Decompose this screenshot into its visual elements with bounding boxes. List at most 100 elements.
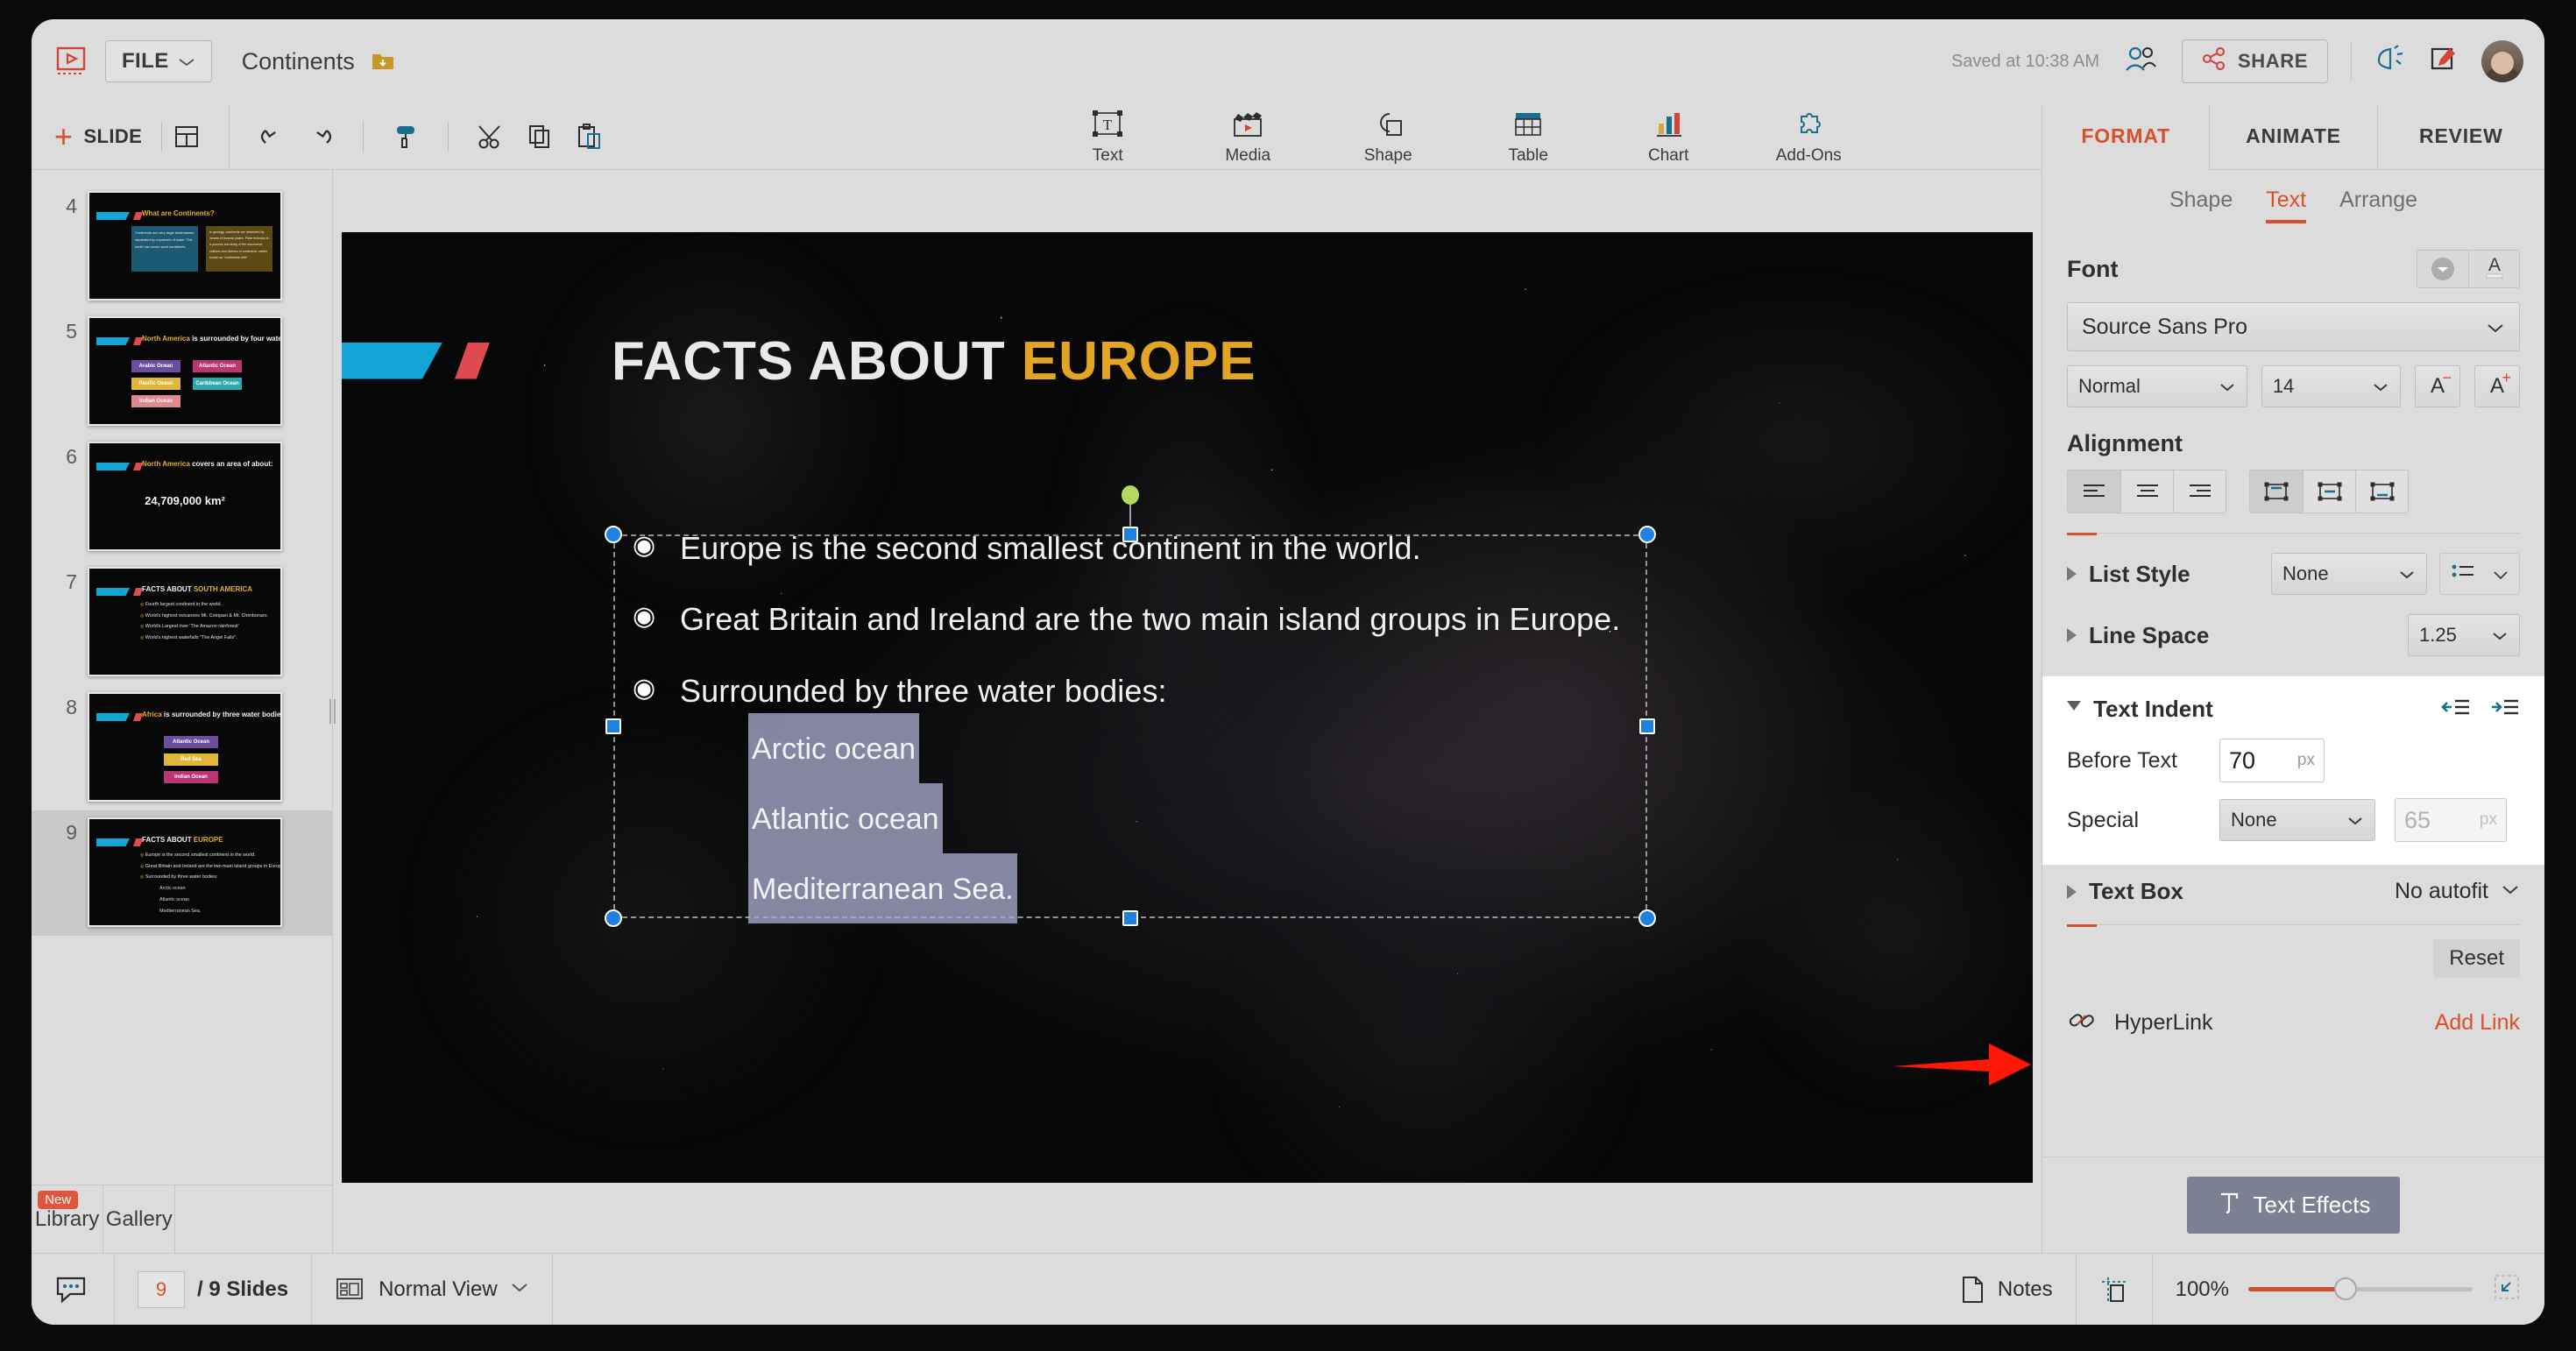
thumb-chip: Indian Ocean [164, 771, 218, 783]
share-button[interactable]: SHARE [2182, 39, 2328, 83]
slide-canvas[interactable]: FACTS ABOUT EUROPE [342, 232, 2033, 1183]
slide-canvas-area: FACTS ABOUT EUROPE [333, 170, 2042, 1253]
slide-thumbnail-8[interactable]: 8 Africa is surrounded by three water bo… [32, 685, 332, 810]
increase-indent-icon[interactable] [2490, 697, 2520, 721]
paint-roller-icon[interactable] [381, 112, 430, 161]
slide-thumbnail-7[interactable]: 7 FACTS ABOUT SOUTH AMERICA Fourth large… [32, 560, 332, 685]
zoom-slider-fill [2248, 1287, 2343, 1291]
thumb-card-text: Continents are very large landmasses sep… [135, 230, 195, 251]
copy-icon[interactable] [515, 112, 564, 161]
divider [448, 122, 449, 152]
tab-review[interactable]: REVIEW [2377, 103, 2544, 170]
before-text-input[interactable]: 70 px [2219, 739, 2325, 782]
undo-icon[interactable] [247, 112, 296, 161]
align-top-icon[interactable] [2250, 470, 2303, 513]
resize-handle-middle-left[interactable] [605, 718, 621, 734]
align-left-icon[interactable] [2068, 470, 2120, 513]
folder-download-icon[interactable] [371, 50, 395, 73]
document-title[interactable]: Continents [242, 48, 355, 75]
rotation-handle[interactable] [1122, 485, 1139, 505]
slide-thumbnail-6[interactable]: 6 North America covers an area of about:… [32, 435, 332, 560]
collaborators-icon[interactable] [2122, 45, 2159, 79]
insert-chart-label: Chart [1648, 146, 1688, 166]
align-bottom-icon[interactable] [2355, 470, 2408, 513]
insert-table-button[interactable]: Table [1486, 108, 1570, 166]
comments-button[interactable] [32, 1254, 115, 1325]
add-link-button[interactable]: Add Link [2435, 1010, 2520, 1036]
decrease-font-size-icon[interactable]: A− [2415, 365, 2460, 407]
sidebar-resize-handle[interactable] [329, 697, 336, 726]
reset-button[interactable]: Reset [2433, 939, 2520, 978]
triangle-right-icon[interactable] [2067, 885, 2077, 899]
paste-icon[interactable] [564, 112, 613, 161]
triangle-right-icon[interactable] [2067, 567, 2077, 581]
slide-thumbnail-4[interactable]: 4 What are Continents? Continents are ve… [32, 184, 332, 309]
insert-chart-button[interactable]: Chart [1626, 108, 1710, 166]
special-amount-input[interactable]: 65 px [2395, 798, 2507, 842]
special-select[interactable]: None [2219, 799, 2375, 841]
triangle-right-icon[interactable] [2067, 628, 2077, 642]
decrease-indent-icon[interactable] [2441, 697, 2471, 721]
sub-tab-arrange[interactable]: Arrange [2339, 187, 2417, 223]
align-center-icon[interactable] [2120, 470, 2173, 513]
align-right-icon[interactable] [2173, 470, 2226, 513]
chevron-down-icon[interactable] [2501, 884, 2520, 900]
bar-chart-icon [1649, 108, 1688, 143]
text-box-value[interactable]: No autofit [2395, 879, 2488, 904]
sub-tab-text[interactable]: Text [2266, 187, 2306, 223]
font-size-select[interactable]: 14 [2261, 365, 2401, 407]
slide-title[interactable]: FACTS ABOUT EUROPE [612, 330, 1256, 393]
line-space-value: 1.25 [2419, 624, 2457, 647]
insert-shape-button[interactable]: Shape [1346, 108, 1430, 166]
thumbnail-canvas: Africa is surrounded by three water bodi… [88, 692, 282, 802]
megaphone-icon[interactable] [2374, 45, 2406, 79]
notes-button[interactable]: Notes [1936, 1254, 2077, 1325]
thumb-chip: Pacific Ocean [131, 378, 180, 390]
insert-media-button[interactable]: Media [1206, 108, 1290, 166]
view-mode-label: Normal View [379, 1277, 498, 1302]
insert-addons-button[interactable]: Add-Ons [1766, 108, 1851, 166]
align-middle-icon[interactable] [2303, 470, 2355, 513]
gallery-tab[interactable]: Gallery [103, 1185, 175, 1253]
selected-text-box[interactable]: ◉ Europe is the second smallest continen… [613, 534, 1647, 918]
tab-animate[interactable]: ANIMATE [2209, 103, 2376, 170]
list-style-select[interactable]: None [2271, 553, 2427, 595]
slide-thumbnail-5[interactable]: 5 North America is surrounded by four wa… [32, 309, 332, 435]
tab-format[interactable]: FORMAT [2042, 103, 2209, 170]
file-menu-button[interactable]: FILE [105, 40, 212, 82]
list-style-value: None [2282, 562, 2329, 585]
presentation-logo-icon[interactable] [51, 41, 91, 81]
zoom-slider-handle[interactable] [2334, 1277, 2357, 1300]
text-effects-button[interactable]: Text Effects [2187, 1177, 2401, 1234]
add-slide-button[interactable]: + SLIDE [54, 121, 161, 152]
reset-row: Reset [2042, 925, 2544, 978]
fit-to-screen-icon[interactable] [2492, 1273, 2522, 1305]
library-tab[interactable]: Library New [32, 1185, 103, 1253]
sub-tab-shape[interactable]: Shape [2169, 187, 2233, 223]
insert-text-button[interactable]: T Text [1065, 108, 1150, 166]
increase-font-size-icon[interactable]: A+ [2474, 365, 2520, 407]
font-color-dropdown[interactable] [2417, 251, 2468, 287]
resize-handle-top-left[interactable] [605, 526, 622, 543]
font-family-select[interactable]: Source Sans Pro [2067, 302, 2520, 351]
page-indicator[interactable]: 9 / 9 Slides [115, 1254, 312, 1325]
redo-icon[interactable] [296, 112, 345, 161]
scissors-icon[interactable] [466, 112, 515, 161]
current-page-input[interactable]: 9 [138, 1271, 185, 1308]
zoom-level-label: 100% [2176, 1277, 2229, 1302]
guides-button[interactable] [2077, 1254, 2153, 1325]
resize-handle-bottom-left[interactable] [605, 909, 622, 927]
triangle-down-icon[interactable] [2067, 701, 2081, 718]
layout-icon[interactable] [162, 112, 211, 161]
font-weight-select[interactable]: Normal [2067, 365, 2247, 407]
slide-thumbnail-9[interactable]: 9 FACTS ABOUT EUROPE Europe is the secon… [32, 810, 332, 936]
font-color-swatch-button[interactable]: A [2468, 251, 2519, 287]
zoom-slider[interactable] [2248, 1287, 2473, 1291]
avatar[interactable] [2481, 40, 2523, 82]
bullet-list[interactable]: ◉ Europe is the second smallest continen… [633, 531, 1647, 924]
view-mode-select[interactable]: Normal View [312, 1254, 553, 1325]
slide-thumbnail-list[interactable]: 4 What are Continents? Continents are ve… [32, 170, 332, 1185]
line-space-select[interactable]: 1.25 [2408, 614, 2520, 656]
bullet-list-picker[interactable] [2439, 553, 2520, 595]
edit-note-icon[interactable] [2429, 45, 2459, 79]
